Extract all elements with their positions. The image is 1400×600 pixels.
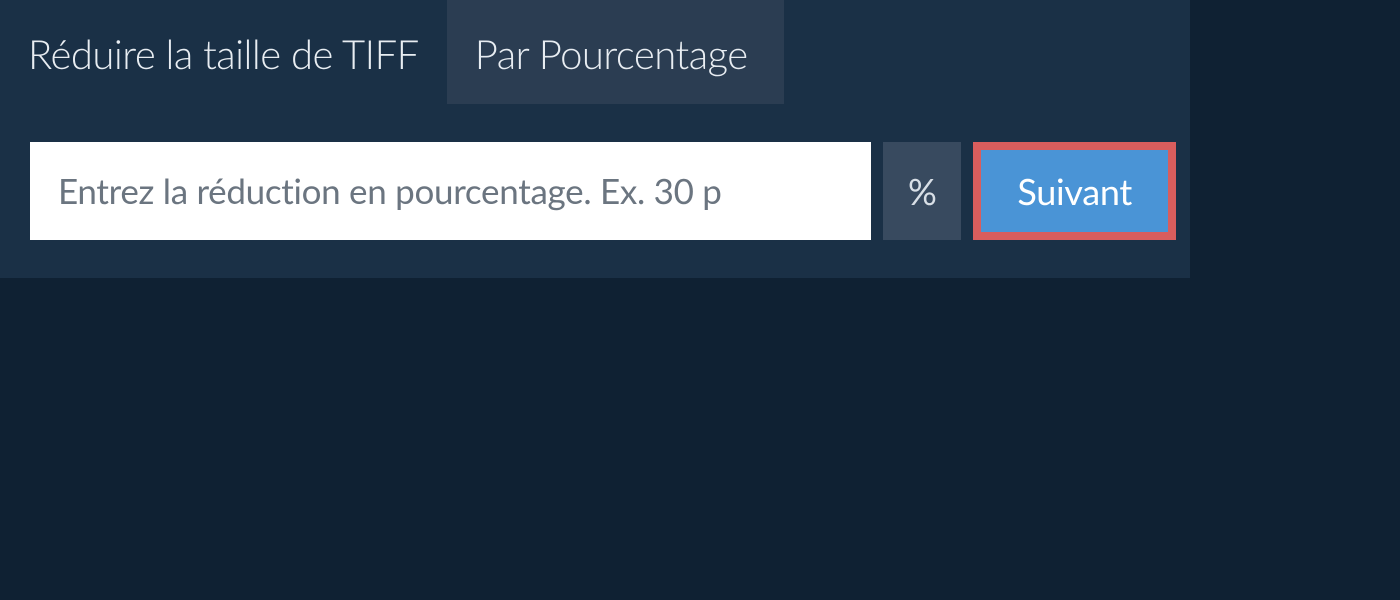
next-button[interactable]: Suivant bbox=[973, 142, 1176, 240]
tab-by-percentage[interactable]: Par Pourcentage bbox=[447, 0, 784, 104]
unit-label: % bbox=[883, 142, 961, 240]
settings-panel: Réduire la taille de TIFF Par Pourcentag… bbox=[0, 0, 1190, 278]
percentage-input[interactable] bbox=[30, 142, 871, 240]
tab-bar: Réduire la taille de TIFF Par Pourcentag… bbox=[0, 0, 1190, 104]
tab-reduce-tiff-size[interactable]: Réduire la taille de TIFF bbox=[0, 0, 447, 104]
percentage-input-row: % Suivant bbox=[0, 104, 1190, 240]
